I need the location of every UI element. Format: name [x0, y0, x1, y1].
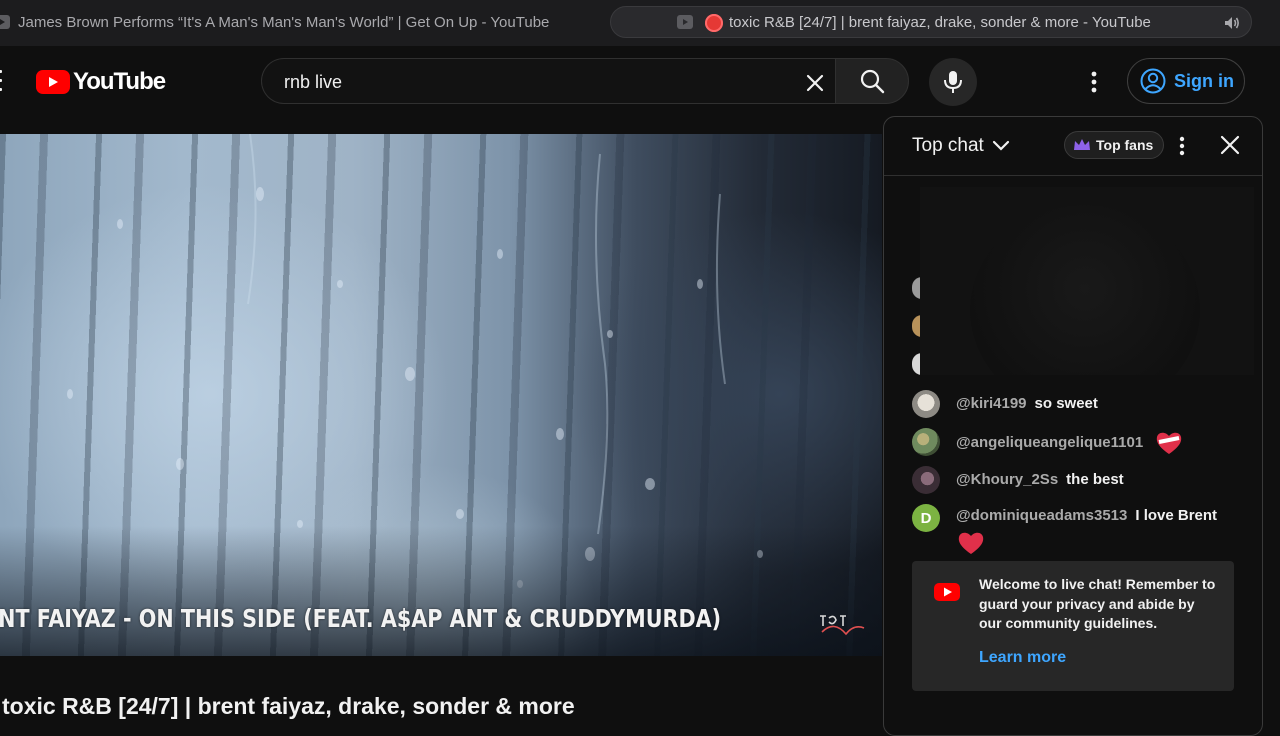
avatar[interactable]: D [912, 504, 940, 532]
youtube-logo[interactable]: YouTube [36, 68, 166, 96]
close-icon [806, 74, 824, 92]
chat-message[interactable]: @Khoury_2Ss the best [912, 466, 1246, 494]
chat-author[interactable]: @Khoury_2Ss [956, 471, 1058, 488]
rain-texture [67, 134, 763, 588]
avatar[interactable] [912, 428, 940, 456]
browser-tab-strip: James Brown Performs “It's A Man's Man's… [0, 0, 1280, 46]
video-title: toxic R&B [24/7] | brent faiyaz, drake, … [2, 693, 575, 719]
chat-message[interactable]: D @dominiqueadams3513 I love Brent [912, 504, 1246, 556]
learn-more-link[interactable]: Learn more [979, 649, 1066, 667]
chat-header: Top chat Top fans [884, 117, 1262, 176]
channel-watermark-logo [820, 615, 865, 636]
browser-tab-title: James Brown Performs “It's A Man's Man's… [18, 13, 550, 31]
voice-search-button[interactable] [929, 58, 977, 106]
sign-in-button[interactable]: Sign in [1127, 58, 1245, 104]
close-chat-button[interactable] [1218, 133, 1242, 157]
heart-emoji-icon [1157, 432, 1182, 454]
chat-message[interactable]: @kiri4199 so sweet [912, 390, 1246, 418]
recording-indicator-icon [705, 14, 723, 32]
heart-emoji-icon [958, 532, 984, 554]
settings-more-button[interactable] [1080, 66, 1108, 98]
top-chat-label: Top chat [912, 135, 984, 156]
chat-text: the best [1066, 471, 1124, 488]
chat-message[interactable]: @angeliqueangelique1101 [912, 428, 1246, 456]
chat-author[interactable]: @kiri4199 [956, 395, 1027, 412]
sign-in-label: Sign in [1174, 70, 1234, 91]
welcome-text: Welcome to live chat! Remember to guard … [979, 576, 1216, 631]
top-chat-dropdown[interactable]: Top chat [912, 135, 1010, 157]
search-box [261, 58, 835, 105]
chevron-down-icon [992, 140, 1009, 151]
youtube-icon [934, 583, 960, 601]
video-frame [0, 134, 882, 656]
video-player[interactable]: ENT FAIYAZ - ON THIS SIDE (FEAT. A$AP AN… [0, 134, 882, 656]
live-chat-panel: Top chat Top fans @kiri4199 so sweet @an… [883, 116, 1263, 736]
masthead: YouTube Sign in [0, 46, 1280, 118]
youtube-favicon-icon [0, 15, 10, 29]
logo-text: YouTube [73, 68, 166, 95]
avatar-preview-popup [920, 187, 1254, 375]
player-bottom-bar [0, 656, 882, 676]
close-icon [1220, 135, 1240, 155]
avatar[interactable] [912, 466, 940, 494]
chat-author[interactable]: @dominiqueadams3513 [956, 507, 1127, 524]
top-fans-label: Top fans [1096, 137, 1154, 153]
chat-text: so sweet [1034, 395, 1098, 412]
search-icon [860, 69, 885, 94]
crown-icon [1074, 139, 1090, 150]
browser-tab-title: toxic R&B [24/7] | brent faiyaz, drake, … [729, 14, 1151, 31]
chat-text: I love Brent [1135, 507, 1218, 524]
more-vert-icon [1179, 136, 1185, 156]
welcome-banner: Welcome to live chat! Remember to guard … [912, 561, 1234, 691]
browser-tab-active[interactable]: toxic R&B [24/7] | brent faiyaz, drake, … [610, 6, 1252, 38]
menu-icon[interactable] [0, 70, 6, 92]
search-input[interactable] [282, 59, 786, 105]
top-fans-button[interactable]: Top fans [1064, 131, 1165, 159]
clear-search-button[interactable] [802, 70, 828, 96]
search-button[interactable] [835, 58, 909, 104]
avatar-letter: D [920, 509, 932, 527]
youtube-favicon-icon [677, 15, 693, 29]
chat-more-button[interactable] [1172, 133, 1192, 159]
account-icon [1140, 68, 1166, 94]
browser-tab-inactive[interactable]: James Brown Performs “It's A Man's Man's… [0, 6, 594, 38]
youtube-play-icon [36, 70, 70, 94]
speaker-icon[interactable] [1223, 14, 1241, 32]
video-overlay-title: ENT FAIYAZ - ON THIS SIDE (FEAT. A$AP AN… [0, 604, 722, 633]
chat-author[interactable]: @angeliqueangelique1101 [956, 433, 1143, 453]
microphone-icon [944, 71, 962, 93]
avatar[interactable] [912, 390, 940, 418]
more-vert-icon [1091, 71, 1097, 93]
